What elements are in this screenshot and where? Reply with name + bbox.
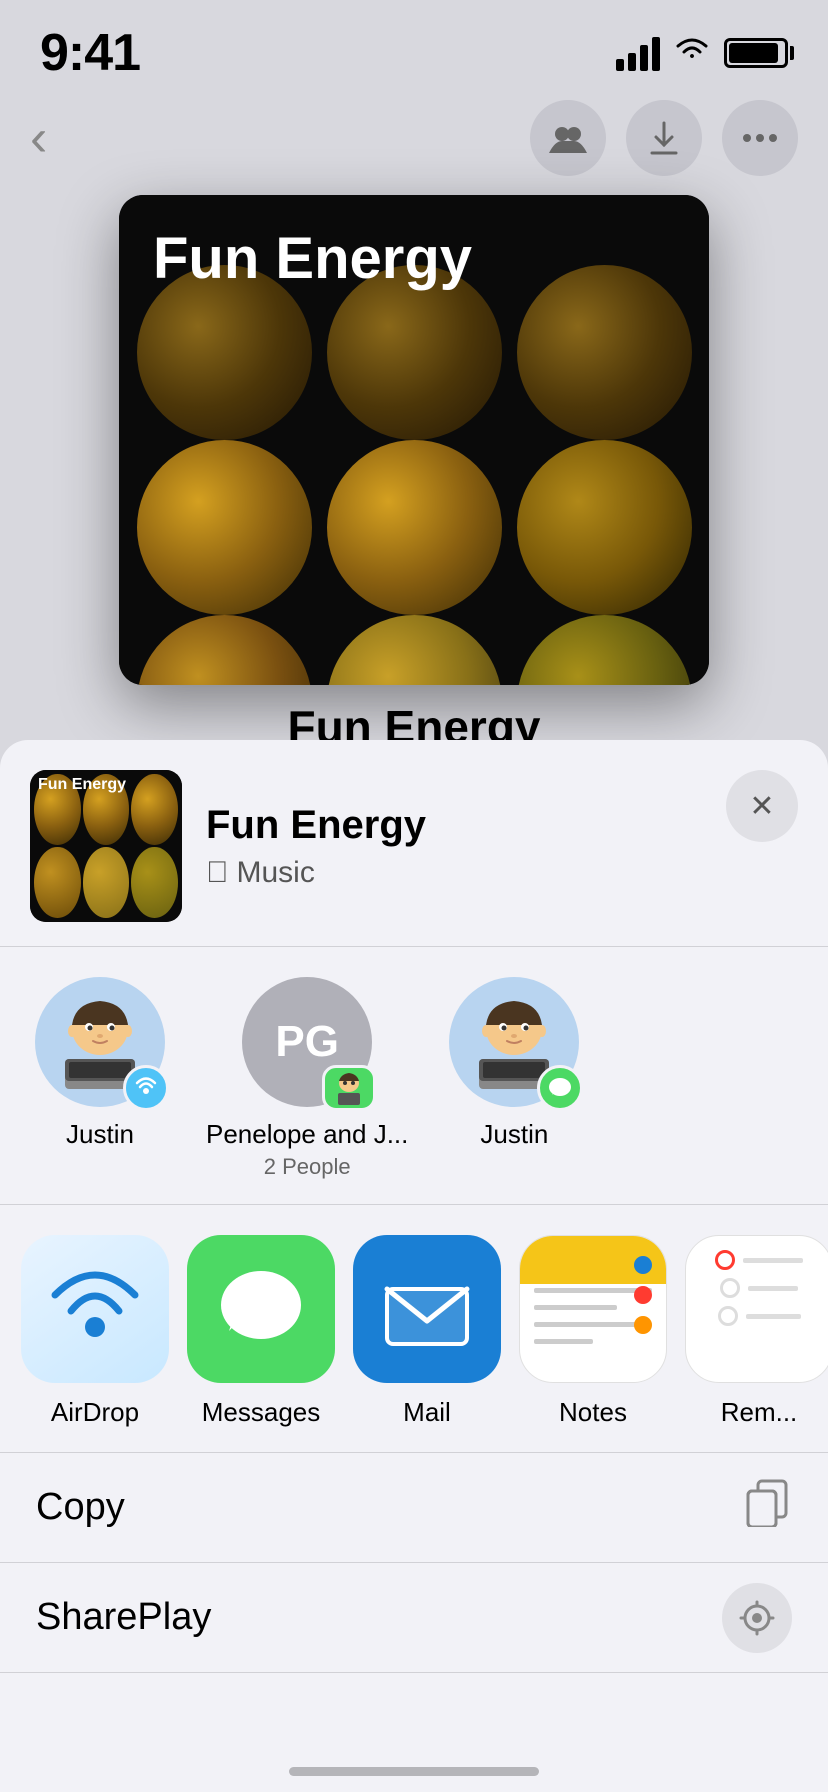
copy-action-row[interactable]: Copy xyxy=(0,1453,828,1563)
person-name: Justin xyxy=(66,1119,134,1150)
app-item-reminders[interactable]: Rem... xyxy=(684,1235,828,1428)
more-button[interactable] xyxy=(722,100,798,176)
circles-grid xyxy=(119,255,709,685)
mail-label: Mail xyxy=(403,1397,451,1428)
share-source-text: Music xyxy=(237,856,315,890)
app-item-airdrop[interactable]: AirDrop xyxy=(20,1235,170,1428)
notes-label: Notes xyxy=(559,1397,627,1428)
share-title-area: Fun Energy  Music xyxy=(182,803,798,890)
download-button[interactable] xyxy=(626,100,702,176)
messages-badge-icon xyxy=(537,1065,583,1111)
person-avatar: PG xyxy=(242,977,372,1107)
album-art: Fun Energy xyxy=(119,195,709,685)
messages-label: Messages xyxy=(202,1397,321,1428)
app-item-mail[interactable]: Mail xyxy=(352,1235,502,1428)
app-item-messages[interactable]: Messages xyxy=(186,1235,336,1428)
status-time: 9:41 xyxy=(40,23,140,83)
person-item[interactable]: Justin xyxy=(30,977,170,1180)
signal-bars-icon xyxy=(616,35,660,71)
copy-icon xyxy=(742,1477,792,1538)
nav-bar: ‹ xyxy=(0,88,828,188)
people-section: Justin PG Penelope and xyxy=(0,947,828,1205)
person-avatar xyxy=(449,977,579,1107)
share-thumbnail: Fun Energy xyxy=(30,770,182,922)
person-avatar xyxy=(35,977,165,1107)
airdrop-label: AirDrop xyxy=(51,1397,139,1428)
messages-app-icon xyxy=(187,1235,335,1383)
share-track-name: Fun Energy xyxy=(206,803,798,848)
share-thumb-title: Fun Energy xyxy=(38,776,126,794)
apps-section: AirDrop Messages Mail xyxy=(0,1205,828,1453)
album-art-container: Fun Energy xyxy=(119,195,709,685)
status-icons xyxy=(616,34,788,73)
home-indicator xyxy=(289,1767,539,1776)
pg-initials: PG xyxy=(275,1017,339,1067)
copy-label: Copy xyxy=(36,1486,125,1529)
airdrop-app-icon xyxy=(21,1235,169,1383)
album-title: Fun Energy xyxy=(153,225,472,292)
back-button[interactable]: ‹ xyxy=(30,108,47,168)
person-name: Penelope and J... xyxy=(206,1119,408,1150)
reminders-app-icon xyxy=(685,1235,828,1383)
person-item[interactable]: PG Penelope and J... 2 People xyxy=(206,977,408,1180)
person-item[interactable]: Justin xyxy=(444,977,584,1180)
apple-logo-icon:  xyxy=(206,856,229,890)
share-source:  Music xyxy=(206,856,798,890)
share-close-button[interactable]: ✕ xyxy=(726,770,798,842)
app-item-notes[interactable]: Notes xyxy=(518,1235,668,1428)
shareplay-icon xyxy=(722,1583,792,1653)
nav-right-buttons xyxy=(530,100,798,176)
battery-icon xyxy=(724,38,788,68)
people-button[interactable] xyxy=(530,100,606,176)
share-sheet: Fun Energy Fun Energy  Music ✕ xyxy=(0,740,828,1792)
status-bar: 9:41 xyxy=(0,0,828,88)
notes-app-icon xyxy=(519,1235,667,1383)
reminders-label: Rem... xyxy=(721,1397,798,1428)
airdrop-badge-icon xyxy=(123,1065,169,1111)
shareplay-label: SharePlay xyxy=(36,1596,211,1639)
mail-app-icon xyxy=(353,1235,501,1383)
share-header: Fun Energy Fun Energy  Music ✕ xyxy=(0,740,828,947)
wifi-icon xyxy=(674,34,710,73)
shareplay-action-row[interactable]: SharePlay xyxy=(0,1563,828,1673)
person-name: Justin xyxy=(480,1119,548,1150)
person-sub: 2 People xyxy=(264,1154,351,1180)
